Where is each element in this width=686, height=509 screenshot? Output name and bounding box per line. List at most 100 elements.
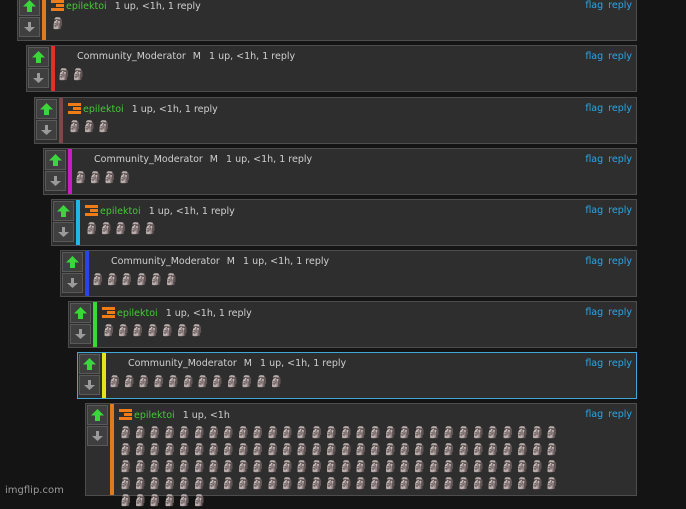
upvote-arrow-icon[interactable] — [79, 354, 100, 374]
watermark: imgflip.com — [5, 485, 64, 496]
upvote-arrow-icon[interactable] — [62, 252, 83, 272]
downvote-arrow-icon[interactable] — [19, 17, 40, 37]
comment-body: 🗿🗿🗿🗿🗿🗿🗿🗿🗿🗿🗿🗿🗿🗿🗿🗿🗿🗿🗿🗿🗿🗿🗿🗿🗿🗿🗿🗿🗿🗿 🗿🗿🗿🗿🗿🗿🗿🗿🗿… — [119, 426, 560, 507]
comment-meta: 1 up, <1h, 1 reply — [131, 104, 218, 115]
vote-controls — [35, 98, 58, 140]
upvote-arrow-icon[interactable] — [28, 47, 49, 67]
moderator-badge: M — [209, 154, 218, 165]
username-link[interactable]: Community_Moderator — [128, 358, 237, 369]
comment-body: 🗿 — [51, 17, 66, 30]
vote-controls — [61, 251, 84, 293]
flag-link[interactable]: flag — [585, 51, 603, 62]
comment-header: epilektoi 1 up, <1h, 1 reply flag reply — [51, 0, 632, 13]
flag-link[interactable]: flag — [585, 409, 603, 420]
comment-depth-bar — [110, 404, 114, 495]
reply-link[interactable]: reply — [608, 0, 632, 11]
comment-body: 🗿🗿 — [57, 68, 87, 81]
comment-header: epilektoi 1 up, <1h, 1 reply flag reply — [102, 306, 632, 320]
comment: epilektoi 1 up, <1h, 1 reply flag reply 🗿🗿🗿🗿… — [51, 199, 637, 246]
flag-link[interactable]: flag — [585, 256, 603, 267]
comment-meta: 1 up, <1h, 1 reply — [114, 1, 201, 12]
reply-link[interactable]: reply — [608, 154, 632, 165]
reply-link[interactable]: reply — [608, 103, 632, 114]
comment: Community_Moderator M 1 up, <1h, 1 reply fl… — [43, 148, 637, 195]
username-link[interactable]: Community_Moderator — [94, 154, 203, 165]
vote-controls — [18, 0, 41, 37]
comment-depth-bar — [68, 149, 72, 194]
username-link[interactable]: epilektoi — [83, 104, 124, 115]
reply-link[interactable]: reply — [608, 51, 632, 62]
comment-header: Community_Moderator M 1 up, <1h, 1 reply fl… — [94, 153, 632, 167]
comment: epilektoi 1 up, <1h, 1 reply flag reply 🗿🗿🗿 — [34, 97, 637, 144]
comment: epilektoi 1 up, <1h, 1 reply flag reply 🗿🗿🗿🗿… — [68, 301, 637, 348]
comment: Community_Moderator M 1 up, <1h, 1 reply fl… — [77, 352, 637, 399]
downvote-arrow-icon[interactable] — [70, 324, 91, 344]
moderator-badge: M — [243, 358, 252, 369]
flag-link[interactable]: flag — [585, 358, 603, 369]
username-link[interactable]: epilektoi — [66, 1, 107, 12]
username-link[interactable]: epilektoi — [117, 308, 158, 319]
flag-link[interactable]: flag — [585, 205, 603, 216]
downvote-arrow-icon[interactable] — [45, 171, 66, 191]
comment-body: 🗿🗿🗿🗿🗿🗿🗿🗿🗿🗿🗿🗿 — [108, 375, 285, 388]
upvote-arrow-icon[interactable] — [45, 150, 66, 170]
comment-header: Community_Moderator M 1 up, <1h, 1 reply fl… — [77, 50, 632, 64]
vote-controls — [69, 302, 92, 344]
comment-actions: flag reply — [580, 306, 632, 320]
vote-controls — [44, 149, 67, 191]
reply-link[interactable]: reply — [608, 358, 632, 369]
comment-actions: flag reply — [580, 153, 632, 167]
username-link[interactable]: Community_Moderator — [111, 256, 220, 267]
comment-meta: 1 up, <1h — [182, 410, 230, 421]
username-link[interactable]: Community_Moderator — [77, 51, 186, 62]
reply-link[interactable]: reply — [608, 205, 632, 216]
comment-actions: flag reply — [580, 255, 632, 269]
upvote-arrow-icon[interactable] — [87, 405, 108, 425]
flag-link[interactable]: flag — [585, 103, 603, 114]
flair-icon — [68, 102, 81, 115]
upvote-arrow-icon[interactable] — [36, 99, 57, 119]
username-link[interactable]: epilektoi — [134, 410, 175, 421]
comment-meta: 1 up, <1h, 1 reply — [260, 358, 347, 369]
comment-header: Community_Moderator M 1 up, <1h, 1 reply fl… — [111, 255, 632, 269]
comment-body: 🗿🗿🗿🗿🗿🗿🗿 — [102, 324, 205, 337]
comment-meta: 1 up, <1h, 1 reply — [148, 206, 235, 217]
comment-depth-bar — [76, 200, 80, 245]
comment-body: 🗿🗿🗿🗿🗿 — [85, 222, 159, 235]
downvote-arrow-icon[interactable] — [28, 68, 49, 88]
downvote-arrow-icon[interactable] — [87, 426, 108, 446]
comment-depth-bar — [59, 98, 63, 143]
downvote-arrow-icon[interactable] — [36, 120, 57, 140]
comment-header: epilektoi 1 up, <1h, 1 reply flag reply — [68, 102, 632, 116]
comment-actions: flag reply — [580, 102, 632, 116]
upvote-arrow-icon[interactable] — [19, 0, 40, 16]
downvote-arrow-icon[interactable] — [53, 222, 74, 242]
comment-actions: flag reply — [580, 0, 632, 13]
vote-controls — [78, 353, 101, 395]
upvote-arrow-icon[interactable] — [53, 201, 74, 221]
comment-actions: flag reply — [580, 357, 632, 371]
vote-controls — [27, 46, 50, 88]
reply-link[interactable]: reply — [608, 256, 632, 267]
comment-meta: 1 up, <1h, 1 reply — [209, 51, 296, 62]
username-link[interactable]: epilektoi — [100, 206, 141, 217]
comment-header: epilektoi 1 up, <1h, 1 reply flag reply — [85, 204, 632, 218]
comment-actions: flag reply — [580, 50, 632, 64]
comment-body: 🗿🗿🗿 — [68, 120, 113, 133]
comment-meta: 1 up, <1h, 1 reply — [226, 154, 313, 165]
downvote-arrow-icon[interactable] — [79, 375, 100, 395]
comment-header: epilektoi 1 up, <1h flag reply — [119, 408, 632, 422]
reply-link[interactable]: reply — [608, 409, 632, 420]
comment: Community_Moderator M 1 up, <1h, 1 reply fl… — [60, 250, 637, 297]
flag-link[interactable]: flag — [585, 154, 603, 165]
comment-header: Community_Moderator M 1 up, <1h, 1 reply fl… — [128, 357, 632, 371]
reply-link[interactable]: reply — [608, 307, 632, 318]
flag-link[interactable]: flag — [585, 0, 603, 11]
flag-link[interactable]: flag — [585, 307, 603, 318]
comment-actions: flag reply — [580, 204, 632, 218]
vote-controls — [86, 404, 109, 446]
moderator-badge: M — [226, 256, 235, 267]
downvote-arrow-icon[interactable] — [62, 273, 83, 293]
flair-icon — [119, 408, 132, 421]
upvote-arrow-icon[interactable] — [70, 303, 91, 323]
